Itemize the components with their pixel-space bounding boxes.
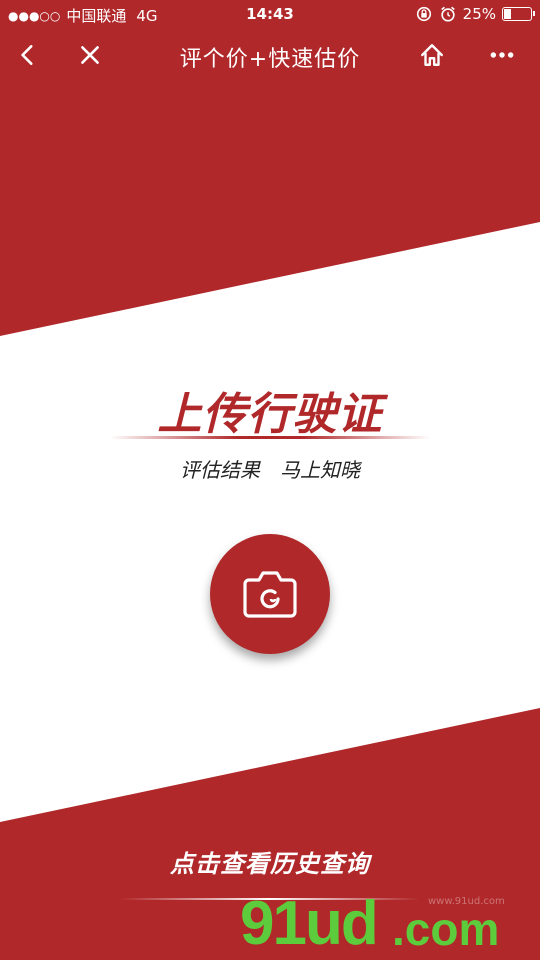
battery-percent: 25% bbox=[462, 5, 496, 23]
home-icon bbox=[421, 44, 443, 66]
history-query-link[interactable]: 点击查看历史查询 bbox=[0, 844, 540, 879]
battery-fill bbox=[504, 9, 511, 19]
camera-icon bbox=[243, 571, 297, 618]
upload-license-headline: 上传行驶证 bbox=[157, 389, 383, 440]
subtitle-part-2: 马上知晓 bbox=[280, 458, 360, 482]
nav-bar: 评个价+快速估价 bbox=[0, 28, 540, 82]
subtitle-part-1: 评估结果 bbox=[180, 458, 260, 482]
alarm-icon bbox=[440, 6, 455, 22]
headline-divider bbox=[110, 436, 430, 439]
watermark-logo: 91ud bbox=[240, 889, 379, 958]
battery-icon bbox=[502, 7, 535, 21]
watermark-domain: .com bbox=[392, 903, 500, 955]
rotation-lock-icon bbox=[416, 6, 431, 22]
site-watermark: 91ud www.91ud.com .com bbox=[240, 888, 540, 960]
page-title: 评个价+快速估价 bbox=[179, 47, 361, 72]
home-button[interactable] bbox=[416, 40, 448, 70]
status-bar: ●●●○○ 中国联通 4G 14:43 25% bbox=[0, 0, 540, 28]
more-dots-icon bbox=[490, 52, 514, 58]
camera-upload-button[interactable] bbox=[210, 534, 330, 654]
more-button[interactable] bbox=[486, 40, 518, 70]
status-right: 25% bbox=[415, 5, 535, 23]
subtitle: 评估结果 马上知晓 bbox=[0, 454, 540, 483]
